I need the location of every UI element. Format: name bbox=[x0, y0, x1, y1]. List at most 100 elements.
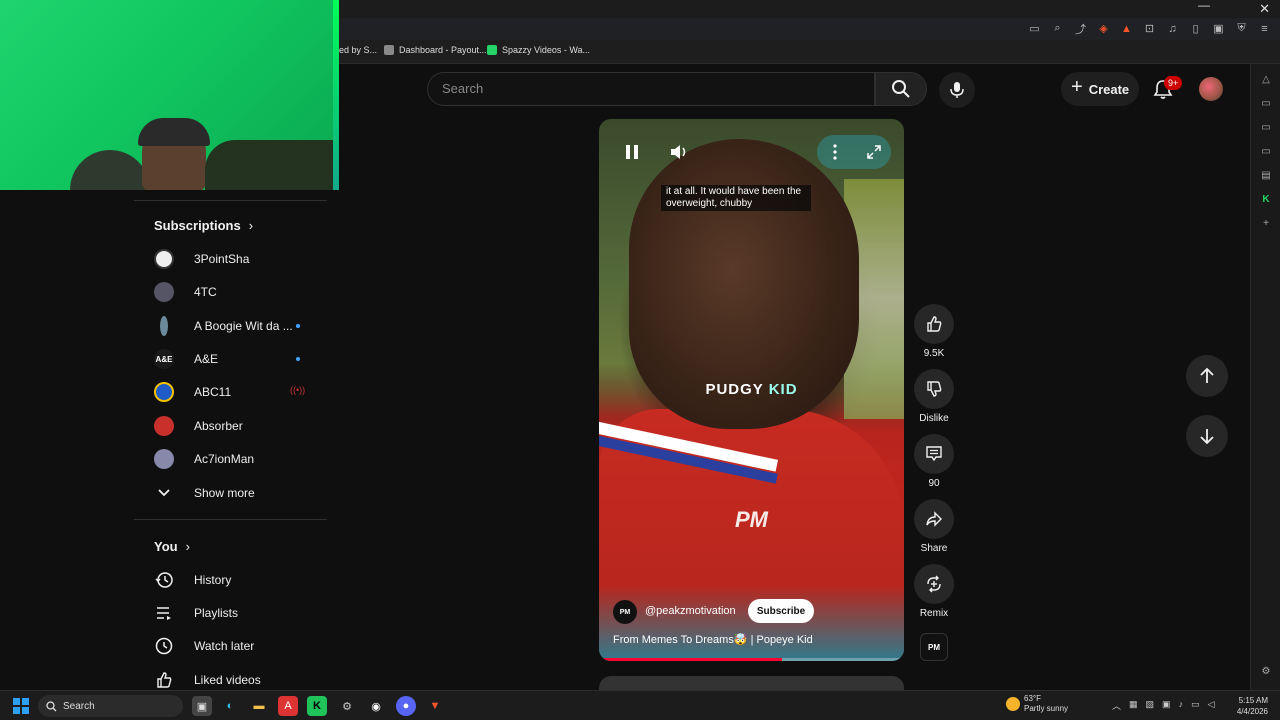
like-count: 9.5K bbox=[923, 348, 945, 359]
audio-source-button[interactable]: PM bbox=[920, 633, 948, 661]
wallet-icon[interactable]: ▣ bbox=[1211, 21, 1226, 36]
subscription-item[interactable]: A Boogie Wit da ... bbox=[154, 316, 324, 336]
windows-taskbar: Search ▣ ◐ ▬ A K ⚙ ◉ ● ▼ 63°F Partly sun… bbox=[0, 690, 1280, 720]
progress-bar[interactable] bbox=[599, 658, 904, 661]
you-heading[interactable]: You › bbox=[154, 539, 190, 554]
voice-search-button[interactable] bbox=[939, 72, 975, 108]
tray-app-icon[interactable]: ▦ bbox=[1129, 699, 1138, 712]
shorts-player[interactable]: it at all. It would have been the overwe… bbox=[599, 119, 904, 661]
comment-icon bbox=[926, 446, 942, 462]
taskbar-search[interactable]: Search bbox=[38, 695, 183, 717]
remix-button[interactable] bbox=[914, 564, 954, 604]
channel-handle[interactable]: @peakzmotivation bbox=[645, 605, 736, 617]
zoom-icon[interactable]: ⌕ bbox=[1050, 21, 1065, 36]
sidebar-reading-icon[interactable]: ▤ bbox=[1260, 170, 1272, 182]
subscribe-button[interactable]: Subscribe bbox=[748, 599, 814, 623]
cast-icon[interactable]: ▭ bbox=[1027, 21, 1042, 36]
edge-icon[interactable]: ◐ bbox=[220, 696, 240, 716]
sidebar-add-icon[interactable]: + bbox=[1260, 218, 1272, 230]
search-placeholder: Search bbox=[442, 81, 484, 96]
settings-app-icon[interactable]: ⚙ bbox=[337, 696, 357, 716]
leo-icon[interactable]: △ bbox=[1260, 74, 1272, 86]
search-button[interactable] bbox=[875, 72, 927, 106]
new-content-dot bbox=[296, 324, 300, 328]
spazzy-favicon bbox=[487, 45, 497, 55]
guide-item-history[interactable]: History bbox=[154, 570, 324, 590]
channel-avatar[interactable]: PM bbox=[613, 600, 637, 624]
sidebar-kick-icon[interactable]: K bbox=[1260, 194, 1272, 206]
subscription-item[interactable]: Ac7ionMan bbox=[154, 449, 324, 469]
progress-bar-fill bbox=[599, 658, 782, 661]
sidebar-bookmarks-icon[interactable]: ▭ bbox=[1260, 146, 1272, 158]
guide-item-liked-videos[interactable]: Liked videos bbox=[154, 670, 324, 690]
task-view-icon[interactable]: ▣ bbox=[192, 696, 212, 716]
webcam-blanket bbox=[205, 140, 339, 190]
screenshot-icon[interactable]: ⊡ bbox=[1142, 21, 1157, 36]
more-vertical-icon bbox=[833, 144, 837, 160]
minimize-icon[interactable]: — bbox=[1198, 0, 1210, 12]
kick-app-icon[interactable]: K bbox=[307, 696, 327, 716]
microphone-tray-icon[interactable]: ♪ bbox=[1179, 699, 1184, 712]
subscription-item[interactable]: 3PointSha bbox=[154, 249, 324, 269]
new-content-dot bbox=[296, 357, 300, 361]
show-more-button[interactable]: Show more bbox=[154, 483, 324, 503]
close-icon[interactable]: ✕ bbox=[1259, 1, 1270, 17]
brave-browser-icon[interactable]: ▼ bbox=[425, 696, 445, 716]
previous-short-button[interactable] bbox=[1186, 355, 1228, 397]
like-button[interactable] bbox=[914, 304, 954, 344]
create-label: Create bbox=[1088, 81, 1130, 97]
sidebar-settings-icon[interactable]: ⚙ bbox=[1260, 666, 1272, 678]
brave-rewards-icon[interactable]: ▲ bbox=[1119, 21, 1134, 36]
subscription-item[interactable]: 4TC bbox=[154, 282, 324, 302]
obs-app-icon[interactable]: ◉ bbox=[366, 696, 386, 716]
tray-app-icon[interactable]: ▧ bbox=[1146, 699, 1155, 712]
bookmark-item[interactable]: Spazzy Videos - Wa... bbox=[487, 45, 590, 55]
video-title[interactable]: From Memes To Dreams🤯 | Popeye Kid bbox=[613, 633, 813, 646]
clock-time: 5:15 AM bbox=[1238, 696, 1268, 705]
comments-button[interactable] bbox=[914, 434, 954, 474]
dislike-button[interactable] bbox=[914, 369, 954, 409]
media-icon[interactable]: ♫ bbox=[1165, 21, 1180, 36]
taskbar-clock[interactable]: 5:15 AM 4/4/2026 bbox=[1228, 695, 1268, 717]
channel-name: A&E bbox=[194, 352, 219, 366]
sidebar-tabs-icon[interactable]: ▭ bbox=[1260, 122, 1272, 134]
playlists-icon bbox=[154, 603, 174, 623]
vpn-icon[interactable]: ⛨ bbox=[1234, 21, 1249, 36]
subscription-item[interactable]: A&E A&E bbox=[154, 349, 324, 369]
guide-item-label: Playlists bbox=[194, 606, 239, 620]
weather-widget[interactable]: 63°F Partly sunny bbox=[1006, 694, 1068, 714]
next-short-preview bbox=[599, 676, 904, 690]
volume-tray-icon[interactable]: ◁ bbox=[1208, 699, 1215, 712]
create-button[interactable]: + Create bbox=[1061, 72, 1139, 106]
pause-button[interactable] bbox=[617, 137, 647, 167]
windows-start-icon[interactable] bbox=[13, 698, 29, 714]
tray-app-icon[interactable]: ▣ bbox=[1162, 699, 1171, 712]
file-explorer-icon[interactable]: ▬ bbox=[249, 696, 269, 716]
volume-icon bbox=[671, 145, 686, 159]
search-input[interactable]: Search bbox=[427, 72, 875, 106]
bookmark-item[interactable]: Dashboard - Payout... bbox=[384, 45, 487, 55]
account-avatar[interactable] bbox=[1199, 77, 1223, 101]
sidebar-tv-icon[interactable]: ▭ bbox=[1260, 98, 1272, 110]
guide-item-watch-later[interactable]: Watch later bbox=[154, 636, 324, 656]
menu-icon[interactable]: ≡ bbox=[1257, 21, 1272, 36]
subscription-item[interactable]: ABC11 ((•)) bbox=[154, 382, 324, 402]
subscriptions-heading[interactable]: Subscriptions › bbox=[154, 218, 253, 233]
bookmark-label: Spazzy Videos - Wa... bbox=[502, 45, 591, 55]
adobe-app-icon[interactable]: A bbox=[278, 696, 298, 716]
fullscreen-button[interactable] bbox=[859, 137, 889, 167]
volume-button[interactable] bbox=[664, 137, 694, 167]
sidebar-toggle-icon[interactable]: ▯ bbox=[1188, 21, 1203, 36]
tray-overflow-icon[interactable]: ︿ bbox=[1112, 699, 1121, 712]
network-icon[interactable]: ▭ bbox=[1191, 699, 1200, 712]
guide-item-playlists[interactable]: Playlists bbox=[154, 603, 324, 623]
brave-shields-icon[interactable]: ◈ bbox=[1096, 21, 1111, 36]
discord-app-icon[interactable]: ● bbox=[396, 696, 416, 716]
share-button[interactable] bbox=[914, 499, 954, 539]
subscription-item[interactable]: Absorber bbox=[154, 416, 324, 436]
next-short-button[interactable] bbox=[1186, 415, 1228, 457]
bookmark-item[interactable]: ed by S... bbox=[339, 45, 377, 55]
webcam-headwear bbox=[138, 118, 210, 146]
more-options-button[interactable] bbox=[820, 137, 850, 167]
share-page-icon[interactable]: ⤴ bbox=[1073, 21, 1088, 36]
